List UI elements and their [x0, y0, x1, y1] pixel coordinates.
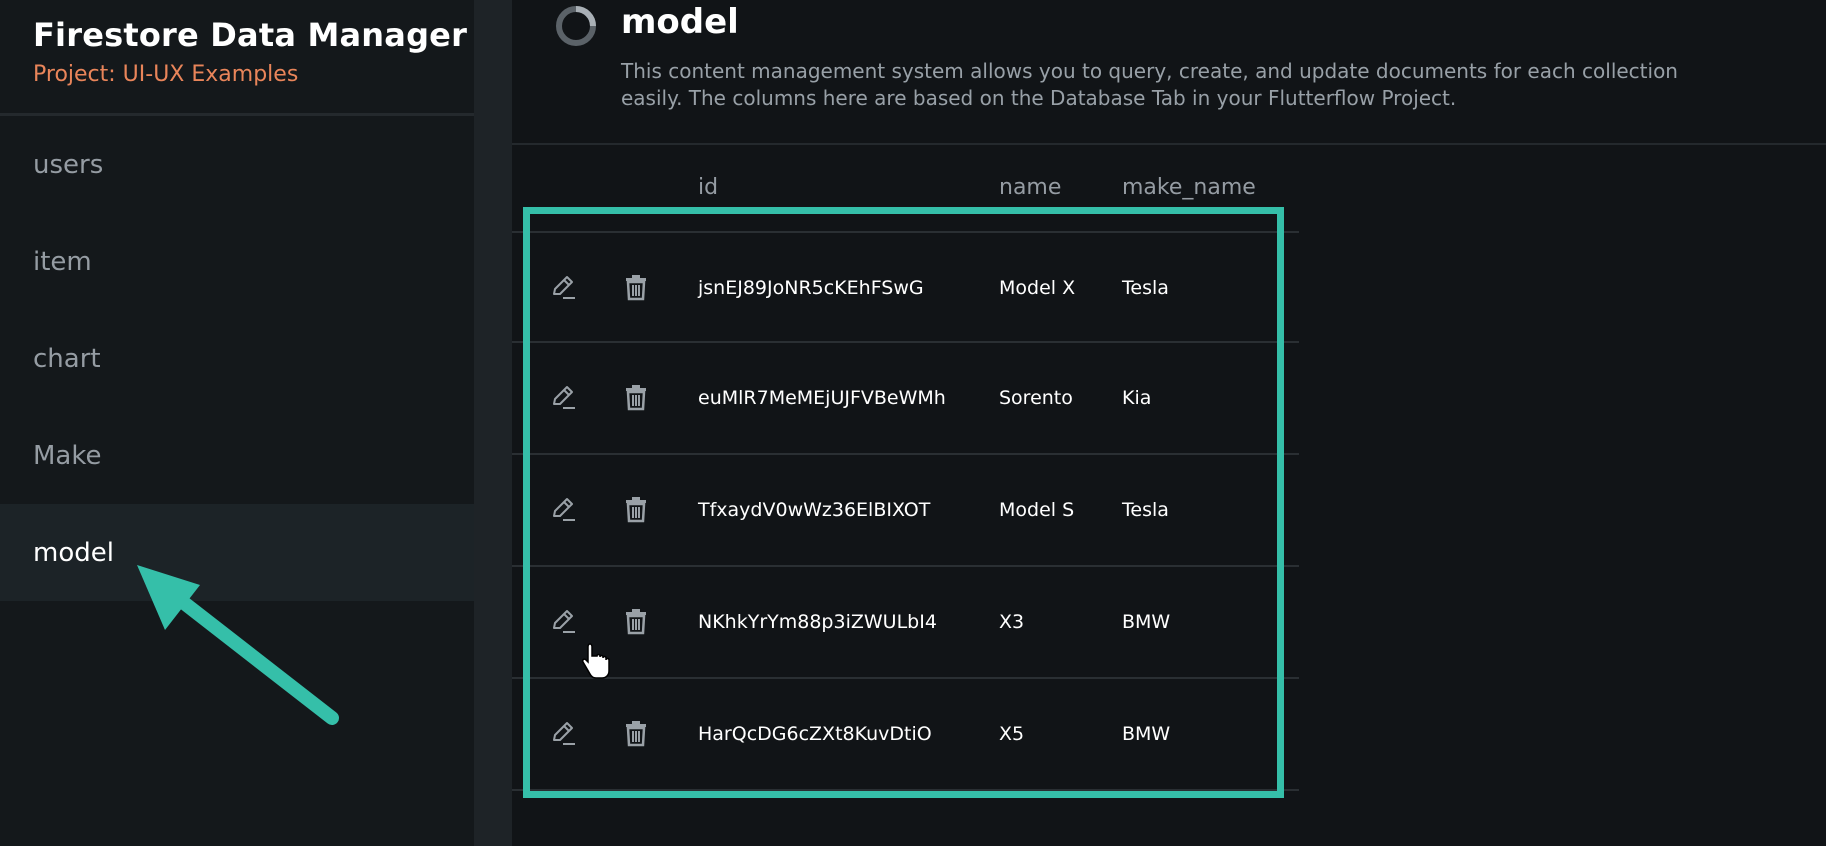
cell-make-name: Kia	[1122, 387, 1152, 409]
trash-icon[interactable]	[622, 719, 650, 747]
cell-name: X3	[999, 611, 1025, 633]
cell-make-name: BMW	[1122, 723, 1171, 745]
pencil-icon[interactable]	[549, 607, 577, 635]
cell-id: jsnEJ89JoNR5cKEhFSwG	[698, 277, 924, 299]
sidebar-item-item[interactable]: item	[0, 213, 474, 310]
table-row: TfxaydV0wWz36ElBIXOT Model S Tesla	[512, 455, 1299, 567]
table-row: NKhkYrYm88p3iZWULbI4 X3 BMW	[512, 567, 1299, 679]
app: Firestore Data Manager Project: UI-UX Ex…	[0, 0, 1826, 846]
cell-id: NKhkYrYm88p3iZWULbI4	[698, 611, 937, 633]
cell-name: Model S	[999, 499, 1075, 521]
cell-id: euMlR7MeMEjUJFVBeWMh	[698, 387, 946, 409]
trash-icon[interactable]	[622, 273, 650, 301]
table-row: jsnEJ89JoNR5cKEhFSwG Model X Tesla	[512, 231, 1299, 343]
trash-icon[interactable]	[622, 607, 650, 635]
trash-icon[interactable]	[622, 495, 650, 523]
table-body: jsnEJ89JoNR5cKEhFSwG Model X Tesla euMlR…	[512, 231, 1299, 791]
pencil-icon[interactable]	[549, 495, 577, 523]
main-content: model This content management system all…	[512, 0, 1826, 846]
sidebar-item-make[interactable]: Make	[0, 407, 474, 504]
pencil-icon[interactable]	[549, 273, 577, 301]
cell-id: HarQcDG6cZXt8KuvDtiO	[698, 723, 932, 745]
sidebar-header: Firestore Data Manager Project: UI-UX Ex…	[0, 0, 474, 116]
column-header-name[interactable]: name	[999, 175, 1061, 200]
cell-make-name: Tesla	[1122, 277, 1169, 299]
cell-id: TfxaydV0wWz36ElBIXOT	[698, 499, 931, 521]
table-row: HarQcDG6cZXt8KuvDtiO X5 BMW	[512, 679, 1299, 791]
sidebar-item-users[interactable]: users	[0, 116, 474, 213]
page-title: model	[621, 2, 739, 42]
pencil-icon[interactable]	[549, 719, 577, 747]
project-label: Project: UI-UX Examples	[33, 62, 299, 87]
sidebar: Firestore Data Manager Project: UI-UX Ex…	[0, 0, 474, 846]
app-title: Firestore Data Manager	[33, 16, 468, 54]
sidebar-divider	[474, 0, 512, 846]
page-description: This content management system allows yo…	[621, 59, 1678, 110]
sidebar-item-chart[interactable]: chart	[0, 310, 474, 407]
table-row: euMlR7MeMEjUJFVBeWMh Sorento Kia	[512, 343, 1299, 455]
page-header: model This content management system all…	[512, 0, 1826, 145]
cell-make-name: Tesla	[1122, 499, 1169, 521]
collection-nav: users item chart Make model	[0, 116, 474, 601]
sidebar-item-model[interactable]: model	[0, 504, 474, 601]
column-header-id[interactable]: id	[698, 175, 718, 200]
ring-icon	[556, 6, 596, 46]
trash-icon[interactable]	[622, 383, 650, 411]
column-header-make-name[interactable]: make_name	[1122, 175, 1256, 200]
pencil-icon[interactable]	[549, 383, 577, 411]
cell-name: Sorento	[999, 387, 1073, 409]
cell-name: Model X	[999, 277, 1076, 299]
cell-make-name: BMW	[1122, 611, 1171, 633]
cell-name: X5	[999, 723, 1025, 745]
